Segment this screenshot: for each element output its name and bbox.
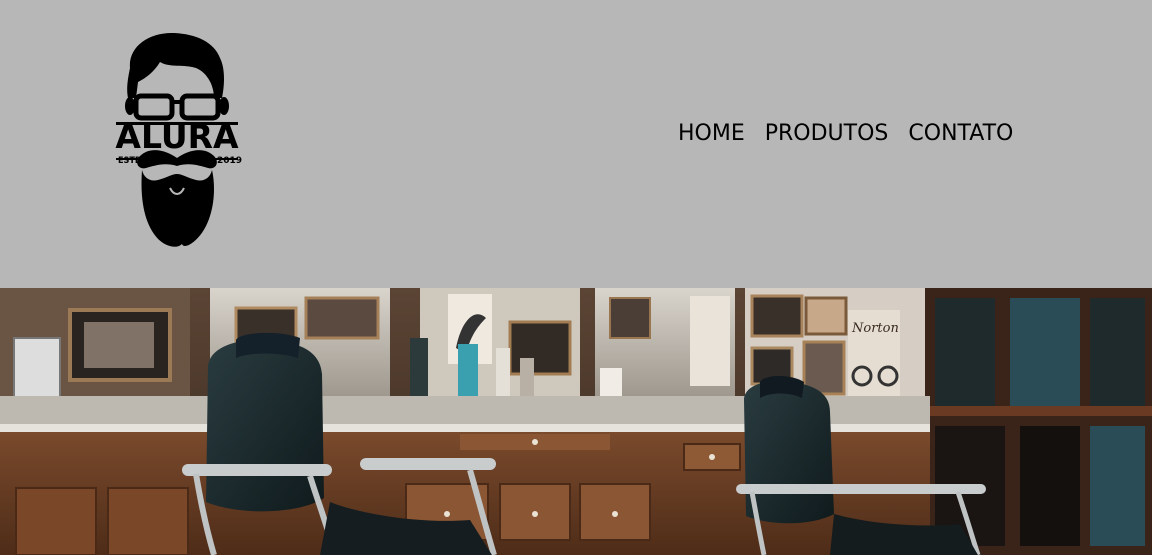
nav-link-home[interactable]: HOME [678, 118, 745, 150]
nav-link-produtos[interactable]: PRODUTOS [765, 118, 889, 150]
brand-name: ALURA [115, 117, 239, 156]
norton-sign: Norton [851, 321, 899, 336]
brand-logo[interactable]: ALURA ESTD 2019 [110, 28, 244, 254]
brand-year: 2019 [217, 156, 243, 166]
main-nav: HOME PRODUTOS CONTATO [678, 118, 1013, 150]
brand-estd-label: ESTD [118, 156, 142, 166]
nav-link-contato[interactable]: CONTATO [908, 118, 1013, 150]
site-header: ALURA ESTD 2019 HOME PRODUTOS CONTATO [0, 0, 1152, 288]
barbershop-photo: Norton [0, 288, 1152, 555]
hero-banner-image: Norton [0, 288, 1152, 555]
